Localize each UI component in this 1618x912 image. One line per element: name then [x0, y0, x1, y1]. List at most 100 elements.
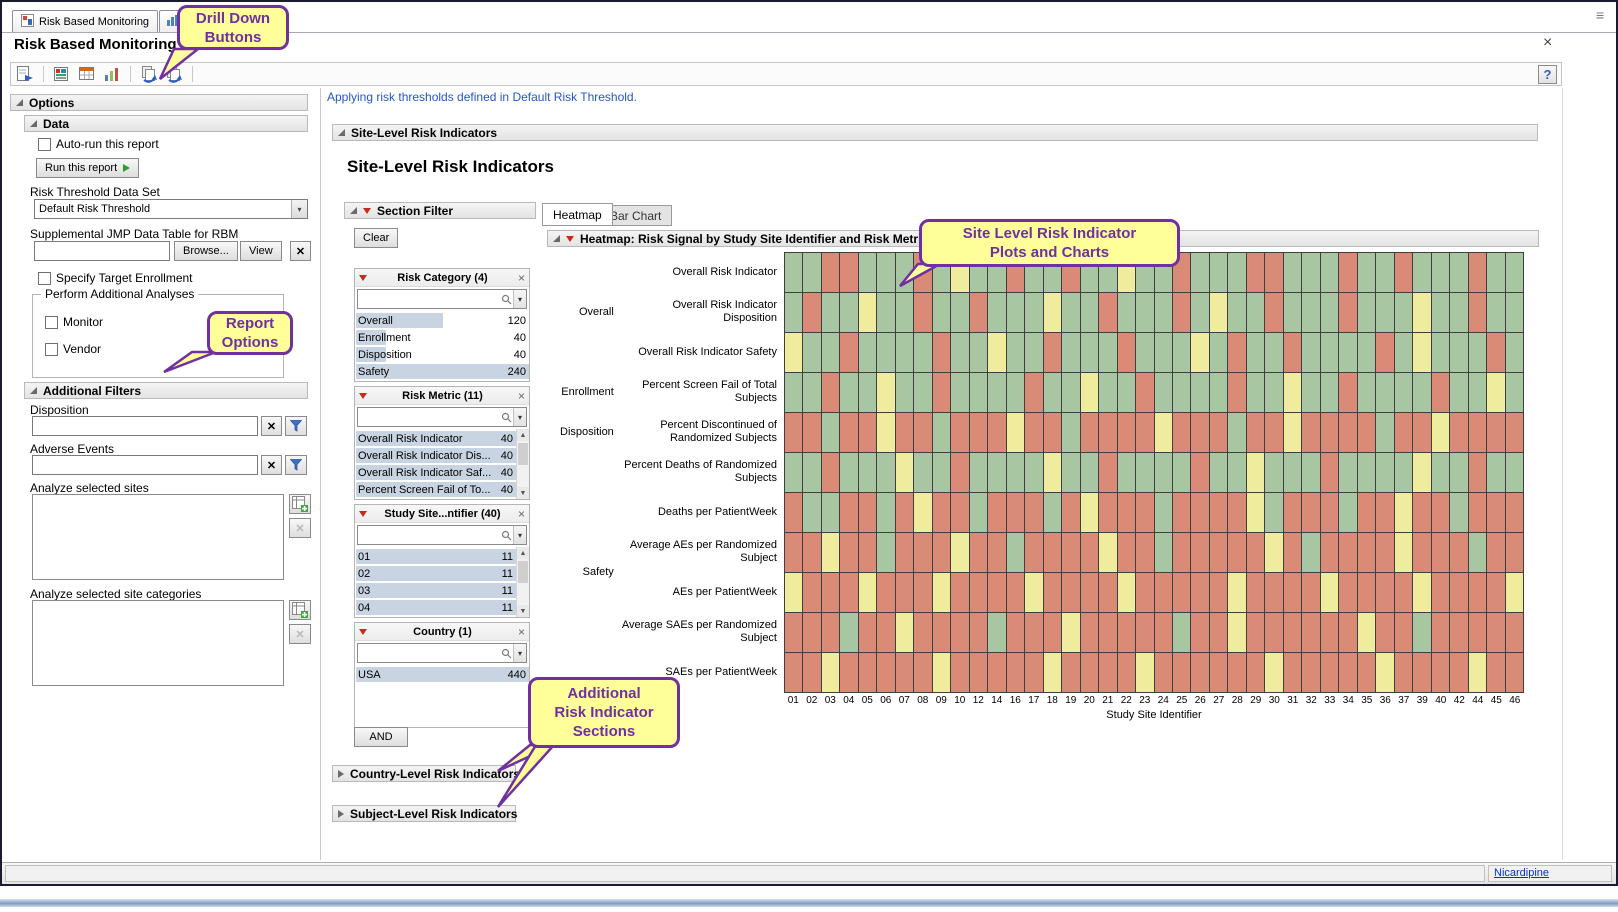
heatmap-cell[interactable] — [1118, 653, 1136, 693]
heatmap-cell[interactable] — [1062, 573, 1080, 613]
heatmap-cell[interactable] — [822, 413, 840, 453]
additional-filters-header[interactable]: Additional Filters — [24, 382, 308, 399]
dropdown-arrow-icon[interactable]: ▾ — [513, 290, 526, 308]
heatmap-cell[interactable] — [914, 573, 932, 613]
heatmap-cell[interactable] — [1173, 373, 1191, 413]
heatmap-cell[interactable] — [1339, 413, 1357, 453]
heatmap-cell[interactable] — [1118, 453, 1136, 493]
heatmap-cell[interactable] — [1302, 293, 1320, 333]
disclosure-closed-icon[interactable] — [338, 770, 344, 778]
options-section-header[interactable]: Options — [10, 94, 308, 111]
heatmap-cell[interactable] — [1450, 373, 1468, 413]
heatmap-cell[interactable] — [988, 373, 1006, 413]
filter-item[interactable]: Overall Risk Indicator Dis...40 — [355, 447, 516, 464]
heatmap-cell[interactable] — [1136, 413, 1154, 453]
heatmap-cell[interactable] — [896, 293, 914, 333]
heatmap-cell[interactable] — [1155, 573, 1173, 613]
heatmap-cell[interactable] — [1506, 453, 1524, 493]
scroll-down-icon[interactable]: ▼ — [517, 487, 529, 499]
heatmap-cell[interactable] — [1210, 653, 1228, 693]
heatmap-cell[interactable] — [1155, 493, 1173, 533]
dropdown-arrow-icon[interactable]: ▾ — [513, 408, 526, 426]
filter-item[interactable]: 0211 — [355, 565, 516, 582]
heatmap-cell[interactable] — [1302, 573, 1320, 613]
heatmap-cell[interactable] — [1358, 333, 1376, 373]
heatmap-cell[interactable] — [1376, 253, 1394, 293]
heatmap-cell[interactable] — [803, 533, 821, 573]
heatmap-cell[interactable] — [933, 293, 951, 333]
heatmap-cell[interactable] — [803, 253, 821, 293]
heatmap-cell[interactable] — [1173, 573, 1191, 613]
heatmap-cell[interactable] — [1025, 373, 1043, 413]
heatmap-cell[interactable] — [1284, 653, 1302, 693]
heatmap-cell[interactable] — [896, 373, 914, 413]
heatmap-cell[interactable] — [1228, 373, 1246, 413]
heatmap-cell[interactable] — [896, 333, 914, 373]
heatmap-cell[interactable] — [1376, 373, 1394, 413]
disclosure-open-icon[interactable] — [16, 99, 23, 106]
filter-item[interactable]: Disposition40 — [355, 346, 529, 363]
heatmap-cell[interactable] — [1007, 293, 1025, 333]
heatmap-cell[interactable] — [1173, 653, 1191, 693]
adverse-events-filter-funnel-icon[interactable] — [285, 455, 307, 475]
drill-down-report-icon[interactable] — [139, 64, 159, 84]
heatmap-cell[interactable] — [1247, 613, 1265, 653]
heatmap-cell[interactable] — [877, 613, 895, 653]
heatmap-cell[interactable] — [1228, 253, 1246, 293]
heatmap-cell[interactable] — [970, 573, 988, 613]
heatmap-cell[interactable] — [1395, 333, 1413, 373]
scroll-up-icon[interactable]: ▲ — [517, 547, 529, 559]
filter-item[interactable]: Enrollment40 — [355, 329, 529, 346]
heatmap-cell[interactable] — [1191, 533, 1209, 573]
remove-filter-icon[interactable]: × — [518, 626, 525, 638]
heatmap-cell[interactable] — [988, 333, 1006, 373]
heatmap-cell[interactable] — [1228, 613, 1246, 653]
heatmap-cell[interactable] — [1284, 413, 1302, 453]
view-button[interactable]: View — [240, 241, 282, 261]
heatmap-cell[interactable] — [933, 653, 951, 693]
heatmap-cell[interactable] — [1376, 493, 1394, 533]
heatmap-cell[interactable] — [1191, 333, 1209, 373]
heatmap-cell[interactable] — [1376, 573, 1394, 613]
heatmap-cell[interactable] — [1265, 293, 1283, 333]
heatmap-cell[interactable] — [1136, 293, 1154, 333]
new-report-icon[interactable] — [15, 64, 35, 84]
heatmap-cell[interactable] — [1506, 613, 1524, 653]
heatmap-cell[interactable] — [822, 613, 840, 653]
specify-target-checkbox-row[interactable]: Specify Target Enrollment — [38, 271, 193, 285]
remove-filter-icon[interactable]: × — [518, 390, 525, 402]
heatmap-cell[interactable] — [1265, 373, 1283, 413]
heatmap-cell[interactable] — [1321, 373, 1339, 413]
heatmap-cell[interactable] — [1506, 573, 1524, 613]
heatmap-cell[interactable] — [988, 293, 1006, 333]
scrollbar-thumb[interactable] — [518, 561, 528, 583]
heatmap-cell[interactable] — [1284, 573, 1302, 613]
heatmap-cell[interactable] — [970, 453, 988, 493]
heatmap-cell[interactable] — [859, 573, 877, 613]
heatmap-cell[interactable] — [803, 453, 821, 493]
heatmap-cell[interactable] — [840, 653, 858, 693]
heatmap-cell[interactable] — [1413, 293, 1431, 333]
heatmap-cell[interactable] — [951, 413, 969, 453]
heatmap-cell[interactable] — [1395, 293, 1413, 333]
heatmap-cell[interactable] — [1118, 613, 1136, 653]
data-table-icon[interactable] — [77, 64, 97, 84]
heatmap-cell[interactable] — [896, 573, 914, 613]
heatmap-cell[interactable] — [1432, 453, 1450, 493]
heatmap-cell[interactable] — [1210, 253, 1228, 293]
heatmap-cell[interactable] — [877, 533, 895, 573]
heatmap-cell[interactable] — [896, 413, 914, 453]
heatmap-cell[interactable] — [803, 493, 821, 533]
heatmap-cell[interactable] — [1450, 533, 1468, 573]
heatmap-cell[interactable] — [1099, 293, 1117, 333]
heatmap-cell[interactable] — [914, 453, 932, 493]
heatmap-cell[interactable] — [1358, 573, 1376, 613]
heatmap-cell[interactable] — [1376, 653, 1394, 693]
heatmap-cell[interactable] — [1469, 413, 1487, 453]
add-sites-table-icon[interactable] — [289, 494, 311, 514]
heatmap-cell[interactable] — [1506, 493, 1524, 533]
heatmap-cell[interactable] — [1191, 573, 1209, 613]
heatmap-cell[interactable] — [896, 653, 914, 693]
heatmap-cell[interactable] — [840, 453, 858, 493]
heatmap-cell[interactable] — [914, 293, 932, 333]
